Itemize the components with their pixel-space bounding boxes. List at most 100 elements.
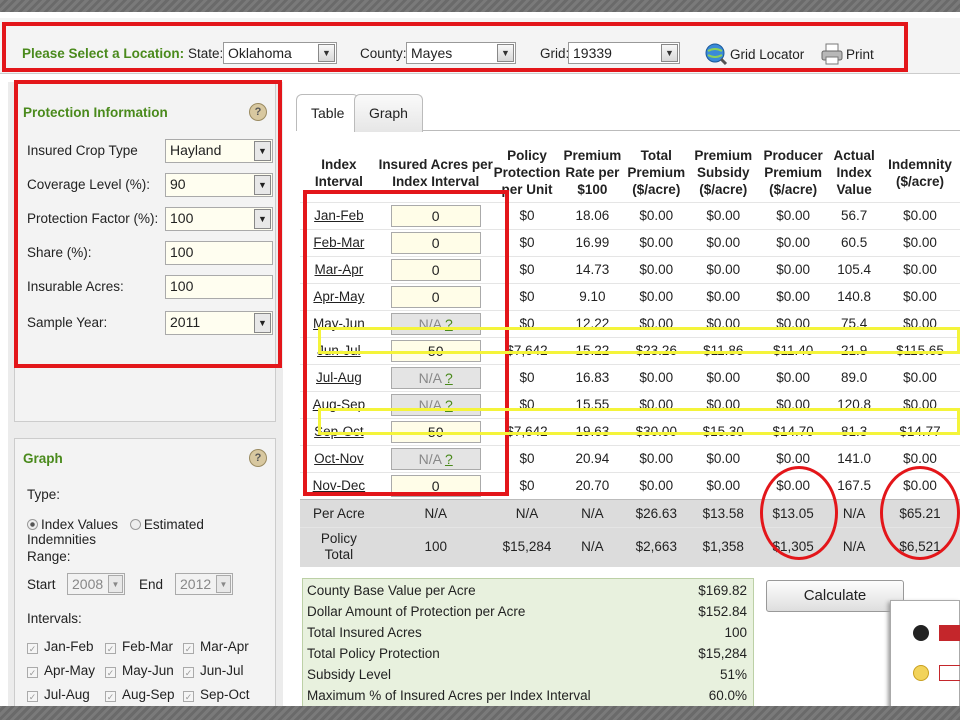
interval-label: Mar-Apr xyxy=(200,639,249,654)
table-cell: 89.0 xyxy=(828,363,881,391)
interval-checkbox[interactable]: ✓ Jan-Feb xyxy=(27,639,105,663)
interval-checkbox[interactable]: ✓ Mar-Apr xyxy=(183,639,249,663)
table-cell: $1,358 xyxy=(688,526,759,567)
table-cell: $0.00 xyxy=(688,282,759,310)
calculate-button[interactable]: Calculate xyxy=(766,580,904,612)
interval-label: Jun-Jul xyxy=(200,663,244,678)
tab-table[interactable]: Table xyxy=(296,94,360,131)
summary-label: Dollar Amount of Protection per Acre xyxy=(307,604,526,619)
estimated-indemnities-radio[interactable] xyxy=(129,519,141,530)
end-label: End xyxy=(139,577,164,592)
table-cell: $0.00 xyxy=(624,282,689,310)
table-cell: 20.70 xyxy=(560,471,625,499)
type-radios: Index Values Estimated Indemnities xyxy=(27,517,275,547)
summary-row: Dollar Amount of Protection per Acre $152… xyxy=(307,604,751,619)
interval-checkbox[interactable]: ✓ Sep-Oct xyxy=(183,687,250,706)
per-acre-row: Per Acre N/A N/A N/A $26.63 $13.58 $13.05 N/A $6… xyxy=(300,498,960,527)
range-label: Range: xyxy=(27,549,71,564)
table-cell: $0.00 xyxy=(624,363,689,391)
table-cell: 140.8 xyxy=(828,282,881,310)
table-cell: 105.4 xyxy=(828,255,881,283)
summary-value: 100 xyxy=(724,625,747,640)
table-cell: 18.06 xyxy=(560,201,625,229)
start-year-value: 2008 xyxy=(72,576,104,592)
table-cell: $0.00 xyxy=(688,201,759,229)
col-header: Producer Premium ($/acre) xyxy=(763,148,823,198)
table-cell: N/A xyxy=(560,526,625,567)
table-cell: $0.00 xyxy=(624,255,689,283)
summary-box: County Base Value per Acre $169.82 Dollar … xyxy=(302,578,754,706)
table-cell: $0.00 xyxy=(688,363,759,391)
col-header: Actual Index Value xyxy=(833,148,875,198)
chevron-down-icon: ▼ xyxy=(216,575,231,593)
row-label: Policy Total xyxy=(300,526,378,567)
start-year-select[interactable]: 2008 ▼ xyxy=(67,573,125,595)
highlight-row xyxy=(318,408,960,435)
end-year-select[interactable]: 2012 ▼ xyxy=(175,573,233,595)
help-icon[interactable]: ? xyxy=(249,449,267,467)
interval-label: Jul-Aug xyxy=(44,687,90,702)
interval-checkbox[interactable]: ✓ Feb-Mar xyxy=(105,639,183,663)
intervals-label: Intervals: xyxy=(27,611,82,626)
start-label: Start xyxy=(27,577,56,592)
row-label-line: Policy xyxy=(320,531,357,547)
interval-label: Sep-Oct xyxy=(200,687,250,702)
index-values-radio[interactable] xyxy=(27,519,38,530)
table-cell: 60.5 xyxy=(828,228,881,256)
table-cell: $0.00 xyxy=(758,228,829,256)
summary-label: Total Policy Protection xyxy=(307,646,440,661)
summary-label: County Base Value per Acre xyxy=(307,583,476,598)
col-header: Indemnity ($/acre) xyxy=(888,156,952,189)
table-cell: N/A xyxy=(377,498,494,527)
table-cell: 141.0 xyxy=(828,444,881,472)
summary-row: Total Policy Protection $15,284 xyxy=(307,646,751,661)
table-cell: $15,284 xyxy=(493,526,561,567)
table-cell: $0.00 xyxy=(624,228,689,256)
interval-label: Feb-Mar xyxy=(122,639,174,654)
type-label: Type: xyxy=(27,487,61,502)
summary-value: $169.82 xyxy=(698,583,747,598)
annotation-circle xyxy=(880,466,960,560)
graph-title: Graph xyxy=(23,451,63,466)
table-cell: $0.00 xyxy=(758,255,829,283)
table-cell: $0.00 xyxy=(624,471,689,499)
interval-label: Apr-May xyxy=(44,663,96,678)
summary-row: County Base Value per Acre $169.82 xyxy=(307,583,751,598)
table-cell: N/A xyxy=(828,526,881,567)
col-header: Premium Rate per $100 xyxy=(563,148,622,198)
table-cell: N/A xyxy=(560,498,625,527)
highlight-row xyxy=(318,327,960,354)
table-cell: 16.99 xyxy=(560,228,625,256)
interval-checkbox[interactable]: ✓ Jul-Aug xyxy=(27,687,105,706)
table-cell: $0.00 xyxy=(880,228,960,256)
interval-label: Aug-Sep xyxy=(122,687,175,702)
summary-row: Total Insured Acres 100 xyxy=(307,625,751,640)
table-cell: $2,663 xyxy=(624,526,689,567)
interval-checkbox[interactable]: ✓ Jun-Jul xyxy=(183,663,244,687)
table-cell: $0.00 xyxy=(624,201,689,229)
screen: Please Select a Location: State: Oklahom… xyxy=(0,12,960,706)
table-cell: 14.73 xyxy=(560,255,625,283)
table-cell: $0.00 xyxy=(880,201,960,229)
tab-graph[interactable]: Graph xyxy=(354,94,423,132)
summary-value: $15,284 xyxy=(698,646,747,661)
notification-popup xyxy=(890,600,960,706)
interval-checkbox[interactable]: ✓ May-Jun xyxy=(105,663,183,687)
table-cell: $0.00 xyxy=(758,201,829,229)
summary-value: $152.84 xyxy=(698,604,747,619)
table-cell: $0.00 xyxy=(880,255,960,283)
summary-label: Maximum % of Insured Acres per Index Int… xyxy=(307,688,591,703)
table-cell: 100 xyxy=(377,526,494,567)
table-cell: $0.00 xyxy=(688,444,759,472)
summary-row: Maximum % of Insured Acres per Index Int… xyxy=(307,688,751,703)
row-label-line: Total xyxy=(324,547,354,563)
interval-checkbox[interactable]: ✓ Aug-Sep xyxy=(105,687,183,706)
interval-checkbox[interactable]: ✓ Apr-May xyxy=(27,663,105,687)
table-cell: $0.00 xyxy=(758,282,829,310)
table-cell: $0.00 xyxy=(758,363,829,391)
table-cell: $0.00 xyxy=(688,228,759,256)
table-cell: $26.63 xyxy=(624,498,689,527)
annotation-circle xyxy=(760,466,838,560)
index-values-label: Index Values xyxy=(41,517,119,532)
summary-label: Total Insured Acres xyxy=(307,625,422,640)
